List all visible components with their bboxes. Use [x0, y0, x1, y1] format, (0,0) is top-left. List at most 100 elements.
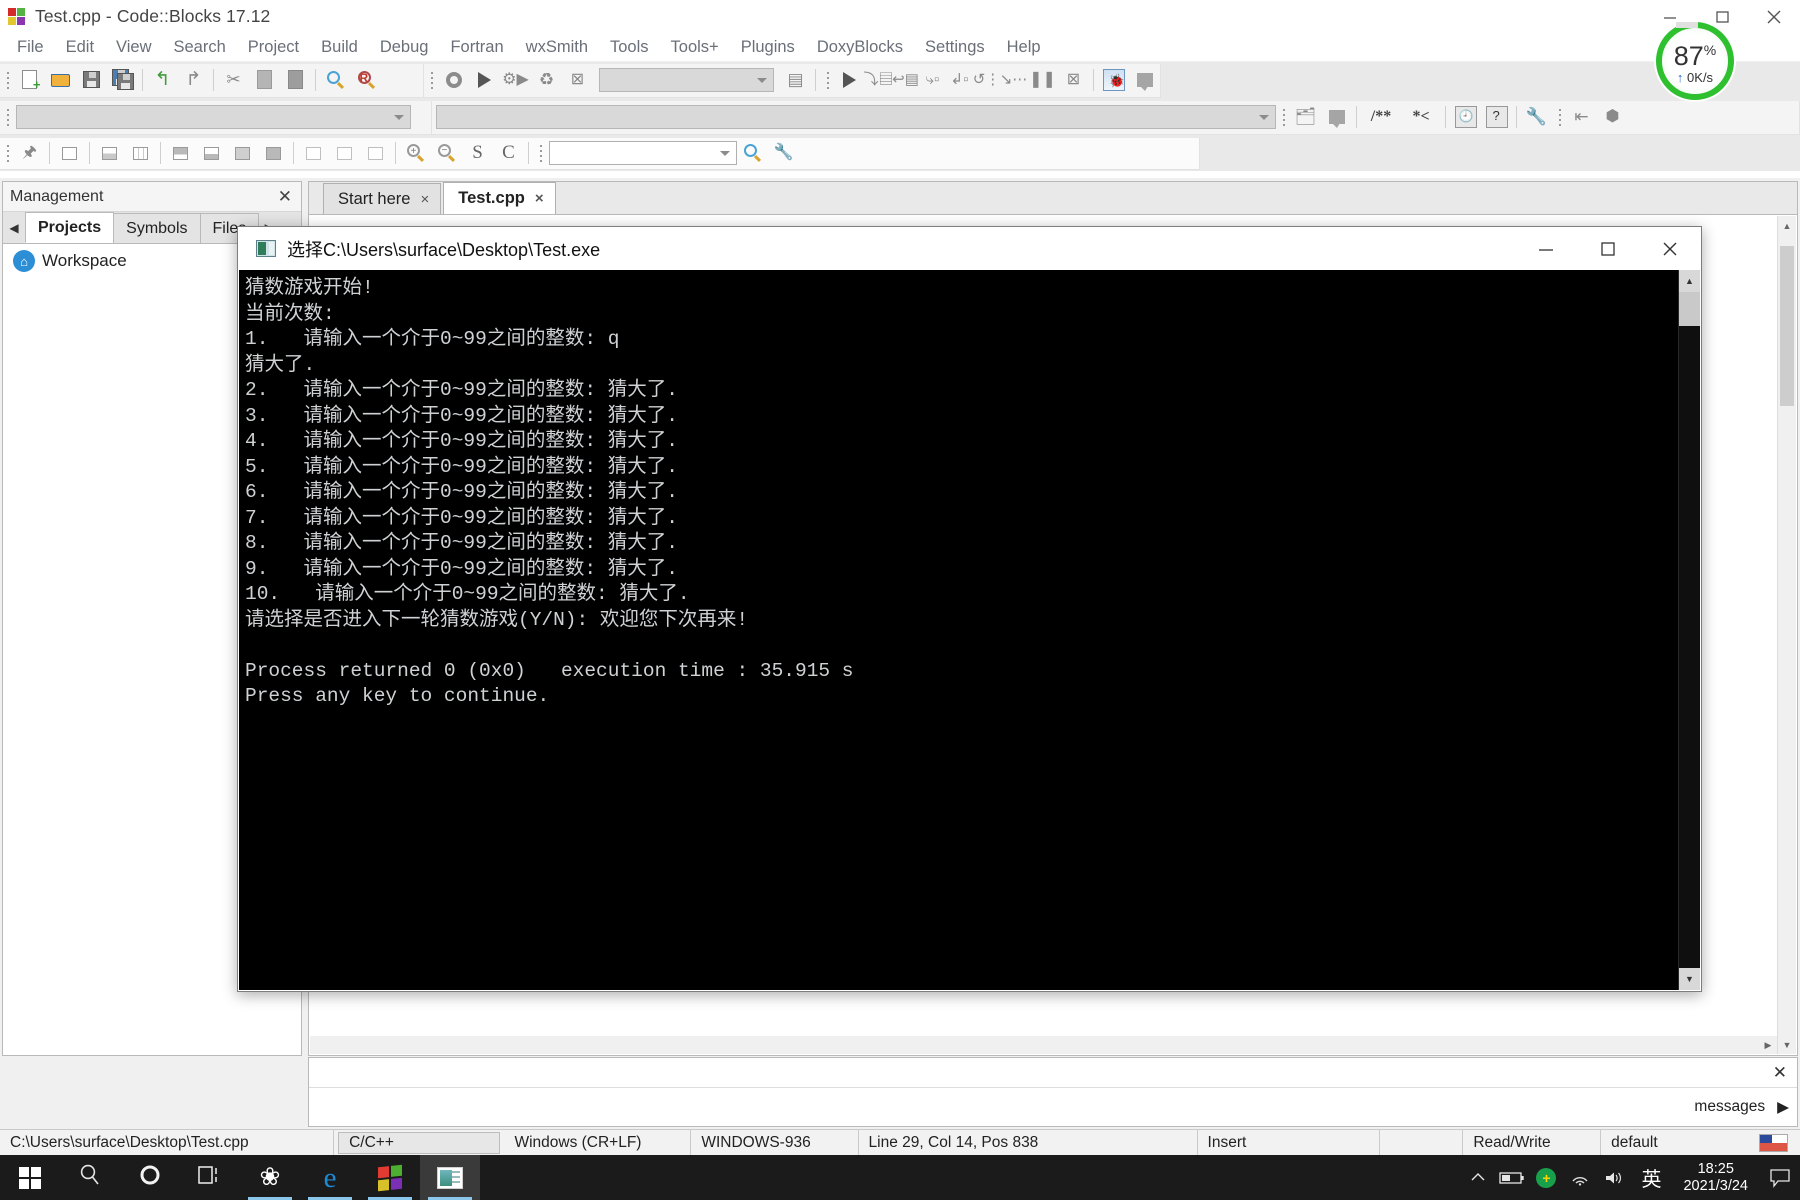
wifi-icon[interactable] [1563, 1155, 1597, 1200]
doxyblocks-run-icon[interactable]: 🗂 [1290, 102, 1321, 133]
close-button[interactable] [1748, 0, 1800, 33]
editor-tab-close-icon[interactable]: × [535, 190, 544, 207]
settings-wrench-icon[interactable]: 🔧 [1521, 102, 1552, 133]
break-debugger-icon[interactable]: ❚❚ [1027, 65, 1058, 96]
start-button[interactable] [0, 1155, 60, 1200]
toolbar-grip[interactable] [427, 67, 436, 93]
editor-vertical-scrollbar[interactable]: ▲ ▼ [1777, 216, 1796, 1054]
build-and-run-icon[interactable]: ⚙▶ [500, 65, 531, 96]
stop-debugger-icon[interactable]: ⊠ [1058, 65, 1089, 96]
menu-fortran[interactable]: Fortran [439, 36, 514, 59]
menu-project[interactable]: Project [237, 36, 310, 59]
menu-help[interactable]: Help [996, 36, 1052, 59]
debugging-windows-icon[interactable]: 🐞 [1098, 65, 1129, 96]
menu-search[interactable]: Search [163, 36, 237, 59]
splitter-vertical-icon[interactable] [94, 138, 125, 169]
taskbar-clock[interactable]: 18:25 2021/3/24 [1671, 1161, 1760, 1195]
task-view-button[interactable] [180, 1155, 240, 1200]
selected-item-icon[interactable]: ⬢ [1597, 102, 1628, 133]
zoom-out-icon[interactable]: − [431, 138, 462, 169]
editor-horizontal-scrollbar[interactable]: ▶ [310, 1036, 1777, 1054]
open-file-icon[interactable] [45, 65, 76, 96]
app-edge[interactable]: e [300, 1155, 360, 1200]
editor-tab-test-cpp[interactable]: Test.cpp × [443, 182, 555, 214]
scroll-right-icon[interactable]: ▶ [1759, 1036, 1777, 1054]
new-file-icon[interactable]: + [14, 65, 45, 96]
logs-close-icon[interactable]: ✕ [1773, 1063, 1787, 1083]
logs-tab-messages[interactable]: messages [1694, 1098, 1765, 1116]
undo-icon[interactable]: ↰ [147, 65, 178, 96]
find-icon[interactable] [320, 65, 351, 96]
rebuild-icon[interactable]: ♻ [531, 65, 562, 96]
tab-symbols[interactable]: Symbols [113, 213, 200, 243]
build-icon[interactable] [438, 65, 469, 96]
doxywizard-icon[interactable]: 🕘 [1450, 102, 1481, 133]
menu-view[interactable]: View [105, 36, 162, 59]
console-scroll-up-icon[interactable]: ▲ [1679, 270, 1700, 292]
volume-icon[interactable] [1597, 1155, 1631, 1200]
search-button[interactable] [60, 1155, 120, 1200]
step-out-icon[interactable]: ↩▤ [892, 65, 919, 96]
console-close-button[interactable] [1639, 227, 1701, 270]
step-instruction-icon[interactable]: ↺⋮ [973, 65, 1000, 96]
menu-debug[interactable]: Debug [369, 36, 440, 59]
build-target-combo[interactable] [599, 68, 774, 92]
menu-file[interactable]: File [6, 36, 55, 59]
configure-icon[interactable]: 🔧 [768, 138, 799, 169]
extract-docs-icon[interactable] [1321, 102, 1352, 133]
editor-tab-close-icon[interactable]: × [420, 191, 429, 208]
scroll-down-icon[interactable]: ▼ [1778, 1035, 1796, 1054]
paste-icon[interactable] [280, 65, 311, 96]
battery-icon[interactable] [1495, 1155, 1529, 1200]
toolbar-grip[interactable] [3, 67, 12, 93]
scroll-thumb[interactable] [1780, 246, 1794, 406]
menu-doxyblocks[interactable]: DoxyBlocks [806, 36, 914, 59]
toolbar-grip[interactable] [3, 104, 12, 130]
run-icon[interactable] [469, 65, 500, 96]
spacer-icon[interactable] [298, 138, 329, 169]
debug-icon[interactable] [834, 65, 865, 96]
menu-tools[interactable]: Tools [599, 36, 660, 59]
security-shield-icon[interactable]: + [1529, 1155, 1563, 1200]
show-hidden-icons-icon[interactable] [1461, 1155, 1495, 1200]
splitter-grid-icon[interactable] [125, 138, 156, 169]
wxsmith-combo[interactable] [549, 141, 737, 165]
sizer-full-icon[interactable] [258, 138, 289, 169]
console-scroll-track[interactable] [1679, 292, 1700, 968]
app-sogou[interactable]: ❀ [240, 1155, 300, 1200]
toolbar-grip[interactable] [3, 140, 12, 166]
logs-tab-next-icon[interactable]: ▶ [1777, 1098, 1789, 1117]
show-sizers-icon[interactable]: S [462, 138, 493, 169]
app-codeblocks[interactable] [420, 1155, 480, 1200]
function-combo[interactable] [436, 105, 1276, 129]
next-instruction-icon[interactable]: ↲▫ [946, 65, 973, 96]
toolbar-grip[interactable] [1555, 104, 1564, 130]
panel-icon[interactable] [54, 138, 85, 169]
sizer-top-icon[interactable] [165, 138, 196, 169]
ime-indicator[interactable]: 英 [1631, 1155, 1671, 1200]
console-maximize-button[interactable] [1577, 227, 1639, 270]
zoom-in-icon[interactable]: + [400, 138, 431, 169]
toolbar-grip[interactable] [823, 67, 832, 93]
replace-icon[interactable]: R [351, 65, 382, 96]
menu-settings[interactable]: Settings [914, 36, 996, 59]
cut-icon[interactable]: ✂ [218, 65, 249, 96]
stretch-spacer-icon[interactable] [329, 138, 360, 169]
action-center-icon[interactable] [1760, 1155, 1800, 1200]
scope-combo[interactable] [16, 105, 411, 129]
menu-build[interactable]: Build [310, 36, 369, 59]
help-icon[interactable]: ? [1481, 102, 1512, 133]
various-info-icon[interactable] [1129, 65, 1160, 96]
console-window[interactable]: 选择C:\Users\surface\Desktop\Test.exe 猜数游戏… [237, 226, 1702, 992]
expand-icon[interactable] [360, 138, 391, 169]
performance-badge[interactable]: 87% ↑ 0K/s [1656, 22, 1734, 100]
show-containers-icon[interactable]: C [493, 138, 524, 169]
menu-edit[interactable]: Edit [55, 36, 105, 59]
tab-scroll-left-icon[interactable]: ◀ [3, 213, 25, 243]
build-options-icon[interactable]: ▤ [780, 65, 811, 96]
app-store[interactable] [360, 1155, 420, 1200]
save-all-icon[interactable] [107, 65, 138, 96]
redo-icon[interactable]: ↱ [178, 65, 209, 96]
next-line-icon[interactable]: ⤷▫ [919, 65, 946, 96]
block-comment-icon[interactable]: /** [1361, 102, 1401, 133]
